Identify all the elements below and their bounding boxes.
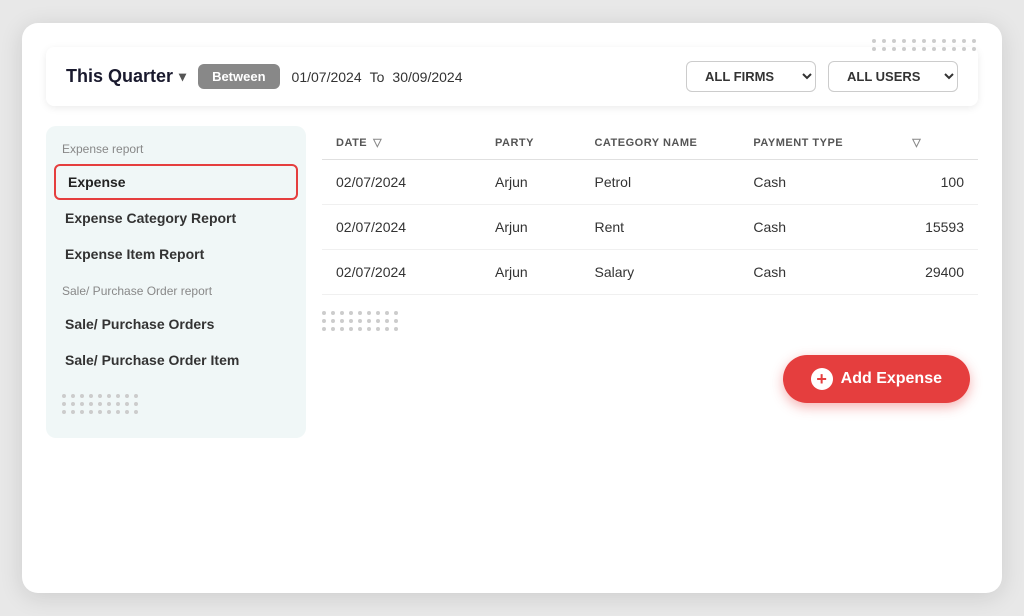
cell-category-2: Salary xyxy=(580,250,739,295)
cell-amount-2: 29400 xyxy=(898,250,978,295)
quarter-selector[interactable]: This Quarter ▾ xyxy=(66,66,186,87)
table-row: 02/07/2024 Arjun Rent Cash 15593 xyxy=(322,205,978,250)
header-bar: This Quarter ▾ Between 01/07/2024 To 30/… xyxy=(46,47,978,106)
col-amount-filter: ▽ xyxy=(898,126,978,160)
add-expense-button[interactable]: + Add Expense xyxy=(783,355,970,403)
cell-amount-0: 100 xyxy=(898,160,978,205)
add-button-wrapper: + Add Expense xyxy=(322,355,978,403)
sidebar: Expense report Expense Expense Category … xyxy=(46,126,306,438)
users-dropdown[interactable]: ALL USERS USER 1 xyxy=(828,61,958,92)
cell-date-1: 02/07/2024 xyxy=(322,205,481,250)
cell-payment-1: Cash xyxy=(739,205,898,250)
cell-amount-1: 15593 xyxy=(898,205,978,250)
table-header-row: DATE ▽ PARTY CATEGORY NAME PAYMENT TYPE xyxy=(322,126,978,160)
main-layout: Expense report Expense Expense Category … xyxy=(46,126,978,438)
main-card: This Quarter ▾ Between 01/07/2024 To 30/… xyxy=(22,23,1002,593)
content-area: DATE ▽ PARTY CATEGORY NAME PAYMENT TYPE xyxy=(322,126,978,438)
to-label: To xyxy=(370,69,385,85)
sidebar-decorative-dots xyxy=(46,386,306,422)
plus-circle-icon: + xyxy=(811,368,833,390)
date-filter-icon[interactable]: ▽ xyxy=(373,136,382,149)
sidebar-item-order-item[interactable]: Sale/ Purchase Order Item xyxy=(46,342,306,378)
date-to: 30/09/2024 xyxy=(392,69,462,85)
content-decorative-dots xyxy=(322,311,978,331)
col-payment: PAYMENT TYPE xyxy=(739,126,898,160)
quarter-label: This Quarter xyxy=(66,66,173,87)
chevron-down-icon: ▾ xyxy=(179,68,186,85)
cell-category-0: Petrol xyxy=(580,160,739,205)
cell-payment-2: Cash xyxy=(739,250,898,295)
sidebar-item-expense[interactable]: Expense xyxy=(54,164,298,200)
cell-party-0: Arjun xyxy=(481,160,580,205)
col-party: PARTY xyxy=(481,126,580,160)
sidebar-item-category[interactable]: Expense Category Report xyxy=(46,200,306,236)
cell-payment-0: Cash xyxy=(739,160,898,205)
between-badge: Between xyxy=(198,64,279,89)
sidebar-item-orders[interactable]: Sale/ Purchase Orders xyxy=(46,306,306,342)
table-row: 02/07/2024 Arjun Salary Cash 29400 xyxy=(322,250,978,295)
sidebar-section-expense: Expense report xyxy=(46,142,306,164)
cell-party-2: Arjun xyxy=(481,250,580,295)
col-category: CATEGORY NAME xyxy=(580,126,739,160)
cell-date-2: 02/07/2024 xyxy=(322,250,481,295)
sidebar-section-orders: Sale/ Purchase Order report xyxy=(46,284,306,306)
table-row: 02/07/2024 Arjun Petrol Cash 100 xyxy=(322,160,978,205)
sidebar-item-item[interactable]: Expense Item Report xyxy=(46,236,306,272)
add-expense-label: Add Expense xyxy=(841,370,942,388)
col-date: DATE ▽ xyxy=(322,126,481,160)
date-from: 01/07/2024 xyxy=(292,69,362,85)
amount-filter-icon[interactable]: ▽ xyxy=(912,137,921,149)
expense-table: DATE ▽ PARTY CATEGORY NAME PAYMENT TYPE xyxy=(322,126,978,295)
decorative-dots-top xyxy=(872,39,978,51)
cell-party-1: Arjun xyxy=(481,205,580,250)
firms-dropdown[interactable]: ALL FIRMS FIRM 1 xyxy=(686,61,816,92)
cell-date-0: 02/07/2024 xyxy=(322,160,481,205)
date-range: 01/07/2024 To 30/09/2024 xyxy=(292,69,463,85)
cell-category-1: Rent xyxy=(580,205,739,250)
